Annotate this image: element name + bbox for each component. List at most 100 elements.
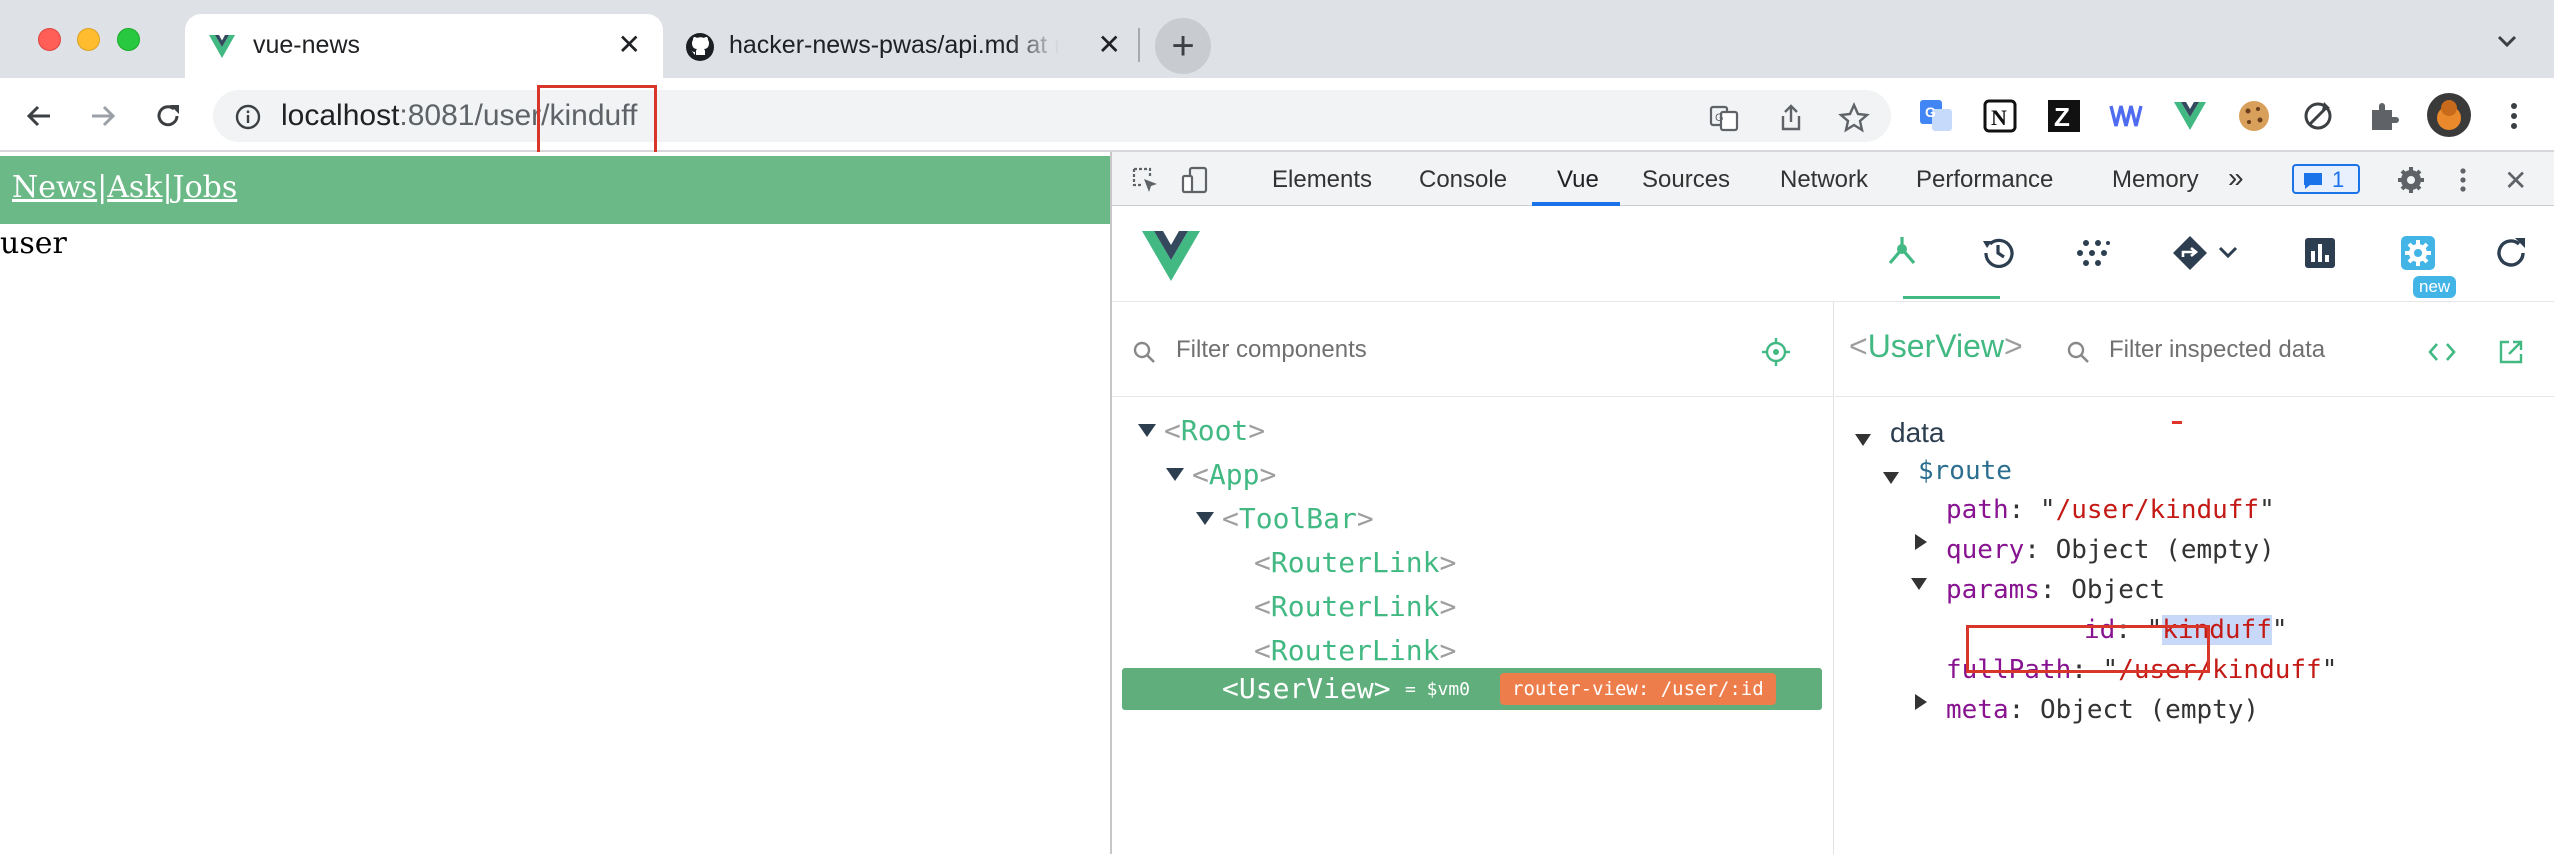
component-filter-row: Filter components bbox=[1112, 302, 1833, 397]
vue-devtools-extension-icon[interactable] bbox=[2172, 98, 2208, 134]
expand-triangle-icon[interactable] bbox=[1138, 424, 1156, 437]
vue-logo-icon bbox=[209, 35, 235, 58]
browser-toolbar: localhost:8081/user/kinduff G G N Z bbox=[0, 78, 2554, 152]
forward-icon[interactable] bbox=[82, 96, 122, 136]
inspector-filter-input[interactable]: Filter inspected data bbox=[2109, 336, 2325, 364]
expand-triangle-icon[interactable] bbox=[1915, 534, 1927, 550]
extensions-puzzle-icon[interactable] bbox=[2366, 98, 2402, 134]
nav-link-jobs[interactable]: Jobs bbox=[173, 170, 238, 205]
expand-triangle-icon[interactable] bbox=[1883, 472, 1899, 484]
components-tree-icon[interactable] bbox=[1882, 233, 1922, 273]
close-tab-icon[interactable]: ✕ bbox=[1098, 30, 1121, 60]
kebab-menu-icon[interactable] bbox=[2496, 98, 2532, 134]
active-tab-indicator bbox=[1532, 202, 1620, 206]
share-icon[interactable] bbox=[1775, 102, 1807, 134]
svg-text:G: G bbox=[1715, 112, 1724, 124]
tree-node-routerlink[interactable]: <RouterLink> bbox=[1254, 546, 1456, 579]
nav-link-ask[interactable]: Ask bbox=[107, 170, 162, 205]
cookie-extension-icon[interactable] bbox=[2236, 98, 2272, 134]
zotero-extension-icon[interactable]: Z bbox=[2046, 98, 2082, 134]
tree-node-app[interactable]: <App> bbox=[1166, 458, 1276, 491]
inspected-component-title: <UserView> bbox=[1849, 328, 2023, 364]
refresh-icon[interactable] bbox=[2491, 233, 2531, 273]
tree-node-userview-selected[interactable]: <UserView> = $vm0 router-view: /user/:id bbox=[1122, 668, 1822, 710]
svg-text:Z: Z bbox=[2054, 102, 2070, 132]
svg-text:G: G bbox=[1925, 104, 1936, 120]
tab-title: hacker-news-pwas/api.md at master bbox=[729, 31, 1059, 59]
component-filter-input[interactable]: Filter components bbox=[1176, 336, 1367, 364]
app-toolbar: News|Ask|Jobs bbox=[0, 156, 1110, 224]
avatar[interactable] bbox=[2426, 92, 2472, 138]
vue-logo-icon bbox=[1142, 231, 1200, 281]
data-row-meta[interactable]: meta: Object (empty) bbox=[1946, 695, 2259, 725]
messages-badge[interactable]: 1 bbox=[2292, 164, 2360, 194]
vue-devtools-header bbox=[1112, 207, 2554, 302]
components-active-indicator bbox=[1903, 296, 2000, 299]
expand-triangle-icon[interactable] bbox=[1196, 512, 1214, 525]
address-bar[interactable]: localhost:8081/user/kinduff G bbox=[213, 90, 1891, 142]
bookmark-star-icon[interactable] bbox=[1838, 102, 1870, 134]
tab-separator bbox=[1138, 28, 1140, 62]
zoom-window-button[interactable] bbox=[117, 28, 140, 51]
close-window-button[interactable] bbox=[38, 28, 61, 51]
expand-triangle-icon[interactable] bbox=[1166, 468, 1184, 481]
expand-triangle-icon[interactable] bbox=[1855, 434, 1871, 446]
router-view-badge: router-view: /user/:id bbox=[1500, 673, 1776, 705]
annotation-mark bbox=[2172, 421, 2182, 424]
tree-node-routerlink[interactable]: <RouterLink> bbox=[1254, 590, 1456, 623]
settings-icon[interactable] bbox=[2398, 233, 2438, 273]
close-devtools-icon[interactable]: ✕ bbox=[2504, 164, 2527, 197]
expand-triangle-icon[interactable] bbox=[1911, 578, 1927, 590]
tab-title: vue-news bbox=[253, 31, 360, 59]
data-row-query[interactable]: query: Object (empty) bbox=[1946, 535, 2275, 565]
timeline-history-icon[interactable] bbox=[1978, 233, 2018, 273]
new-badge: new bbox=[2413, 276, 2457, 298]
translate-icon[interactable]: G bbox=[1708, 102, 1740, 134]
notion-extension-icon[interactable]: N bbox=[1982, 98, 2018, 134]
back-icon[interactable] bbox=[20, 96, 60, 136]
component-tree-pane: Filter components <Root> <App> <ToolBar>… bbox=[1112, 302, 1834, 854]
search-icon bbox=[1133, 341, 1155, 363]
tree-node-routerlink[interactable]: <RouterLink> bbox=[1254, 634, 1456, 667]
tab-network[interactable]: Network bbox=[1780, 166, 1868, 194]
close-tab-icon[interactable]: ✕ bbox=[618, 30, 641, 60]
route-key[interactable]: $route bbox=[1918, 456, 2012, 486]
device-toolbar-icon[interactable] bbox=[1180, 165, 1210, 195]
tree-node-root[interactable]: <Root> bbox=[1138, 414, 1265, 447]
tab-sources[interactable]: Sources bbox=[1642, 166, 1730, 194]
target-select-icon[interactable] bbox=[1760, 336, 1792, 368]
sync-extension-icon[interactable] bbox=[2300, 98, 2336, 134]
data-section-label[interactable]: data bbox=[1890, 417, 1945, 449]
tab-vue-news[interactable]: vue-news ✕ bbox=[185, 14, 663, 78]
wappalyzer-extension-icon[interactable] bbox=[2108, 98, 2144, 134]
data-row-params[interactable]: params: Object bbox=[1946, 575, 2165, 605]
performance-chart-icon[interactable] bbox=[2300, 233, 2340, 273]
nav-separator: | bbox=[97, 170, 108, 205]
tab-performance[interactable]: Performance bbox=[1916, 166, 2053, 194]
chevron-down-icon[interactable] bbox=[2492, 26, 2522, 56]
tab-memory[interactable]: Memory bbox=[2112, 166, 2199, 194]
tab-elements[interactable]: Elements bbox=[1272, 166, 1372, 194]
info-icon[interactable] bbox=[235, 104, 261, 130]
routing-dropdown-icon[interactable] bbox=[2170, 233, 2250, 273]
devtools-menu-icon[interactable] bbox=[2448, 165, 2478, 195]
vm-reference: = $vm0 bbox=[1405, 679, 1471, 700]
expand-triangle-icon[interactable] bbox=[1915, 694, 1927, 710]
settings-gear-icon[interactable] bbox=[2396, 165, 2426, 195]
tab-github[interactable]: hacker-news-pwas/api.md at master ✕ bbox=[663, 14, 1133, 78]
svg-text:N: N bbox=[1991, 105, 2007, 130]
new-tab-button[interactable]: + bbox=[1155, 18, 1211, 74]
nav-link-news[interactable]: News bbox=[12, 170, 97, 205]
selected-component-name: <UserView> bbox=[1222, 672, 1391, 705]
minimize-window-button[interactable] bbox=[77, 28, 100, 51]
tree-node-toolbar[interactable]: <ToolBar> bbox=[1196, 502, 1374, 535]
reload-icon[interactable] bbox=[148, 96, 188, 136]
tab-vue[interactable]: Vue bbox=[1557, 166, 1599, 194]
more-tabs-icon[interactable]: » bbox=[2228, 162, 2244, 194]
google-translate-extension-icon[interactable]: G bbox=[1918, 98, 1954, 134]
tab-console[interactable]: Console bbox=[1419, 166, 1507, 194]
inspect-element-icon[interactable] bbox=[1130, 165, 1160, 195]
open-in-editor-icon[interactable] bbox=[2497, 338, 2525, 366]
code-icon[interactable] bbox=[2427, 338, 2457, 366]
plugins-grid-icon[interactable] bbox=[2074, 233, 2114, 273]
